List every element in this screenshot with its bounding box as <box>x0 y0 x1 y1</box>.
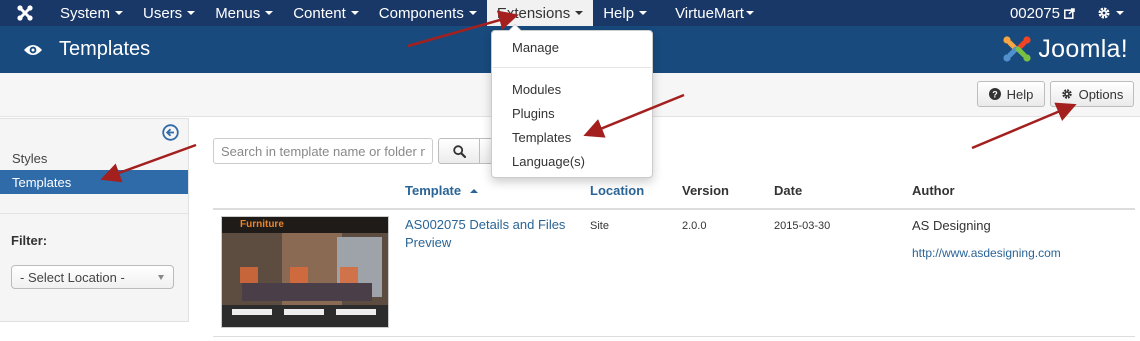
gear-icon <box>1097 6 1111 20</box>
caret-down-icon <box>187 11 196 15</box>
settings-menu[interactable] <box>1097 6 1124 20</box>
menu-label: Components <box>378 4 464 22</box>
extensions-dropdown-menu: Manage Modules Plugins Templates Languag… <box>491 24 653 178</box>
top-navbar: System Users Menus Content Components Ex… <box>0 0 1140 26</box>
menu-help[interactable]: Help <box>593 0 657 26</box>
menu-item-templates[interactable]: Templates <box>512 130 571 145</box>
sidebar: Styles Templates Filter: - Select Locati… <box>0 118 189 322</box>
template-name-line: AS002075 Details and Files <box>405 217 566 232</box>
caret-down-icon <box>265 11 274 15</box>
menu-label: Content <box>293 4 346 22</box>
thumbnail-title: Furniture <box>240 219 284 230</box>
main-menu: System Users Menus Content Components Ex… <box>50 0 764 26</box>
menu-system[interactable]: System <box>50 0 133 26</box>
menu-item-modules[interactable]: Modules <box>512 82 561 97</box>
menu-item-manage[interactable]: Manage <box>512 40 559 55</box>
help-button[interactable]: ? Help <box>977 81 1045 107</box>
menu-item-plugins[interactable]: Plugins <box>512 106 555 121</box>
search-button[interactable] <box>438 138 480 164</box>
template-version: 2.0.0 <box>682 220 707 232</box>
caret-down-icon <box>639 11 648 15</box>
template-preview-line: Preview <box>405 235 452 250</box>
column-header-date: Date <box>774 183 803 198</box>
user-label: 002075 <box>1009 4 1060 22</box>
menu-label: Users <box>143 4 183 22</box>
location-select-value: - Select Location - <box>20 269 125 285</box>
column-header-location[interactable]: Location <box>590 183 644 198</box>
options-button[interactable]: Options <box>1050 81 1134 107</box>
menu-label: VirtueMart <box>675 4 744 22</box>
menu-label: Menus <box>215 4 261 22</box>
menu-label: System <box>60 4 111 22</box>
search-input[interactable] <box>213 138 433 164</box>
caret-down-icon <box>468 11 477 15</box>
menu-divider <box>493 67 651 68</box>
sidebar-item-label: Templates <box>12 174 72 190</box>
menu-menus[interactable]: Menus <box>205 0 283 26</box>
template-author: AS Designing <box>912 218 991 233</box>
page-title: Templates <box>59 38 151 60</box>
menu-components[interactable]: Components <box>369 0 487 26</box>
options-label: Options <box>1078 86 1124 102</box>
caret-down-icon <box>575 11 584 15</box>
joomla-logo-icon[interactable] <box>0 0 50 26</box>
user-site-link[interactable]: 002075 <box>1010 5 1075 22</box>
menu-label: Help <box>603 4 635 22</box>
menu-content[interactable]: Content <box>283 0 369 26</box>
table-header-divider <box>213 208 1135 210</box>
search-icon <box>452 144 466 158</box>
template-name-link[interactable]: AS002075 Details and Files Preview <box>405 216 565 252</box>
template-author-url[interactable]: http://www.asdesigning.com <box>912 244 1061 262</box>
topnav-right: 002075 <box>1010 0 1140 26</box>
column-header-template[interactable]: Template <box>405 183 478 198</box>
menu-users[interactable]: Users <box>133 0 205 26</box>
joomla-brand: Joomla! <box>1002 32 1128 66</box>
brand-text: Joomla! <box>1038 34 1128 63</box>
external-link-icon <box>1064 7 1075 19</box>
menu-extensions[interactable]: Extensions <box>486 0 594 26</box>
table-row-divider <box>213 336 1135 337</box>
menu-virtuemart[interactable]: VirtueMart <box>665 0 764 26</box>
question-circle-icon: ? <box>988 88 1001 100</box>
caret-down-icon <box>1116 11 1124 15</box>
caret-down-icon <box>350 11 359 15</box>
filter-label: Filter: <box>11 233 48 248</box>
gear-icon <box>1061 88 1073 100</box>
arrow-left-circle-icon[interactable] <box>162 124 180 142</box>
caret-up-icon <box>469 189 478 193</box>
sidebar-item-styles[interactable]: Styles <box>0 146 188 170</box>
svg-text:?: ? <box>992 90 998 100</box>
column-header-version: Version <box>682 183 729 198</box>
template-thumbnail[interactable]: Furniture <box>221 216 389 328</box>
column-header-label: Template <box>405 183 462 198</box>
template-location: Site <box>590 220 609 232</box>
sidebar-item-label: Styles <box>12 150 48 166</box>
eye-icon <box>22 39 44 61</box>
column-header-author: Author <box>912 183 955 198</box>
sidebar-item-templates[interactable]: Templates <box>0 170 188 194</box>
location-select[interactable]: - Select Location - <box>11 265 174 289</box>
menu-item-languages[interactable]: Language(s) <box>512 154 585 169</box>
template-date: 2015-03-30 <box>774 220 831 232</box>
joomla-brand-icon <box>1002 34 1032 64</box>
help-label: Help <box>1006 86 1034 102</box>
caret-down-icon <box>115 11 124 15</box>
sidebar-divider <box>0 213 188 214</box>
caret-down-icon <box>745 11 754 15</box>
menu-label: Extensions <box>496 4 571 22</box>
dropdown-arrow-icon <box>158 275 164 280</box>
